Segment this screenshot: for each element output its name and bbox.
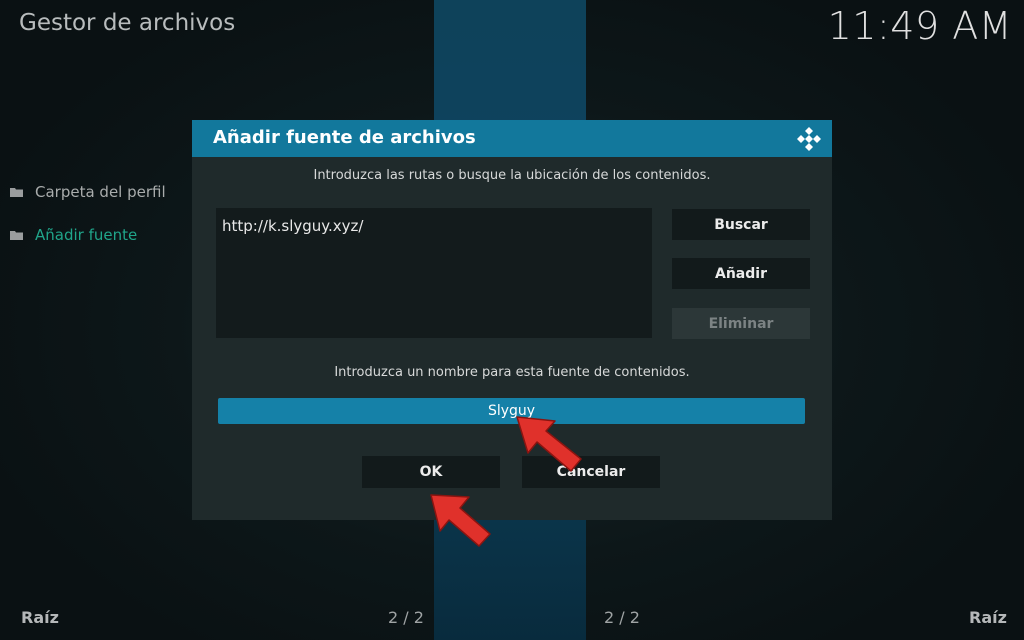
sidebar-item-label: Añadir fuente xyxy=(35,226,138,244)
folder-icon xyxy=(10,187,23,197)
dialog-header: Añadir fuente de archivos xyxy=(192,120,832,157)
name-hint: Introduzca un nombre para esta fuente de… xyxy=(334,365,690,380)
path-entry[interactable]: http://k.slyguy.xyz/ xyxy=(222,217,363,235)
sidebar-item-label: Carpeta del perfil xyxy=(35,183,166,201)
annotation-arrow-icon xyxy=(430,494,491,547)
paths-list[interactable]: http://k.slyguy.xyz/ xyxy=(216,208,652,338)
page-title: Gestor de archivos xyxy=(19,10,236,36)
remove-path-button[interactable]: Eliminar xyxy=(672,308,810,339)
dialog-title: Añadir fuente de archivos xyxy=(213,127,476,148)
sidebar: Carpeta del perfil Añadir fuente xyxy=(10,180,166,266)
add-path-button[interactable]: Añadir xyxy=(672,258,810,289)
browse-button[interactable]: Buscar xyxy=(672,209,810,240)
folder-icon xyxy=(10,230,23,240)
clock: 11:49 AM xyxy=(827,4,1012,48)
footer-left-page: 2 / 2 xyxy=(388,608,424,627)
ok-button[interactable]: OK xyxy=(362,456,500,488)
footer-right-label: Raíz xyxy=(969,608,1007,627)
sidebar-item-profile-folder[interactable]: Carpeta del perfil xyxy=(10,180,166,204)
footer-right-page: 2 / 2 xyxy=(604,608,640,627)
sidebar-item-add-source[interactable]: Añadir fuente xyxy=(10,223,166,247)
footer-left-label: Raíz xyxy=(21,608,59,627)
add-source-dialog: Añadir fuente de archivos Introduzca las… xyxy=(192,120,832,520)
annotation-arrow-icon xyxy=(516,416,582,472)
paths-hint: Introduzca las rutas o busque la ubicaci… xyxy=(313,168,711,183)
kodi-logo-icon xyxy=(796,126,822,156)
source-name-input[interactable]: Slyguy xyxy=(218,398,805,424)
